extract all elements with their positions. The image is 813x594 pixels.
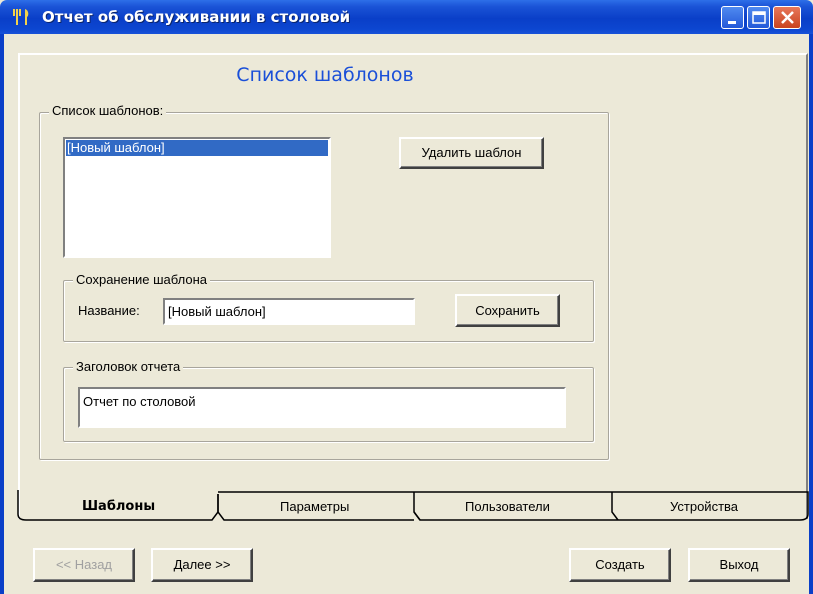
report-header-group-legend: Заголовок отчета (73, 359, 184, 374)
save-button[interactable]: Сохранить (455, 294, 560, 327)
next-button[interactable]: Далее >> (151, 548, 253, 582)
templates-list-item[interactable]: [Новый шаблон] (66, 140, 328, 156)
minimize-icon (728, 21, 736, 24)
tab-divider-1 (413, 492, 421, 521)
create-button[interactable]: Создать (569, 548, 671, 582)
tab-parameters[interactable]: Параметры (280, 499, 349, 514)
page-heading: Список шаблонов (236, 64, 414, 86)
tab-templates[interactable]: Шаблоны (82, 499, 155, 514)
tab-devices[interactable]: Устройства (670, 499, 738, 514)
title-bar[interactable]: Отчет об обслуживании в столовой (0, 0, 813, 34)
fork-knife-icon (13, 9, 29, 25)
back-button[interactable]: << Назад (33, 548, 135, 582)
delete-template-button[interactable]: Удалить шаблон (399, 137, 544, 169)
template-name-label: Название: (78, 303, 140, 318)
window-title: Отчет об обслуживании в столовой (42, 8, 351, 26)
save-template-group-legend: Сохранение шаблона (73, 272, 211, 287)
report-header-input[interactable]: Отчет по столовой (78, 387, 566, 428)
exit-button[interactable]: Выход (688, 548, 790, 582)
template-name-input[interactable]: [Новый шаблон] (163, 298, 415, 325)
tab-users[interactable]: Пользователи (465, 499, 550, 514)
templates-listbox[interactable]: [Новый шаблон] (63, 137, 331, 258)
maximize-icon (752, 11, 766, 24)
tab-divider-2 (611, 492, 619, 521)
close-icon (781, 11, 794, 24)
templates-group-legend: Список шаблонов: (49, 103, 167, 118)
close-button[interactable] (773, 6, 801, 29)
minimize-button[interactable] (721, 6, 744, 29)
maximize-button[interactable] (747, 6, 770, 29)
